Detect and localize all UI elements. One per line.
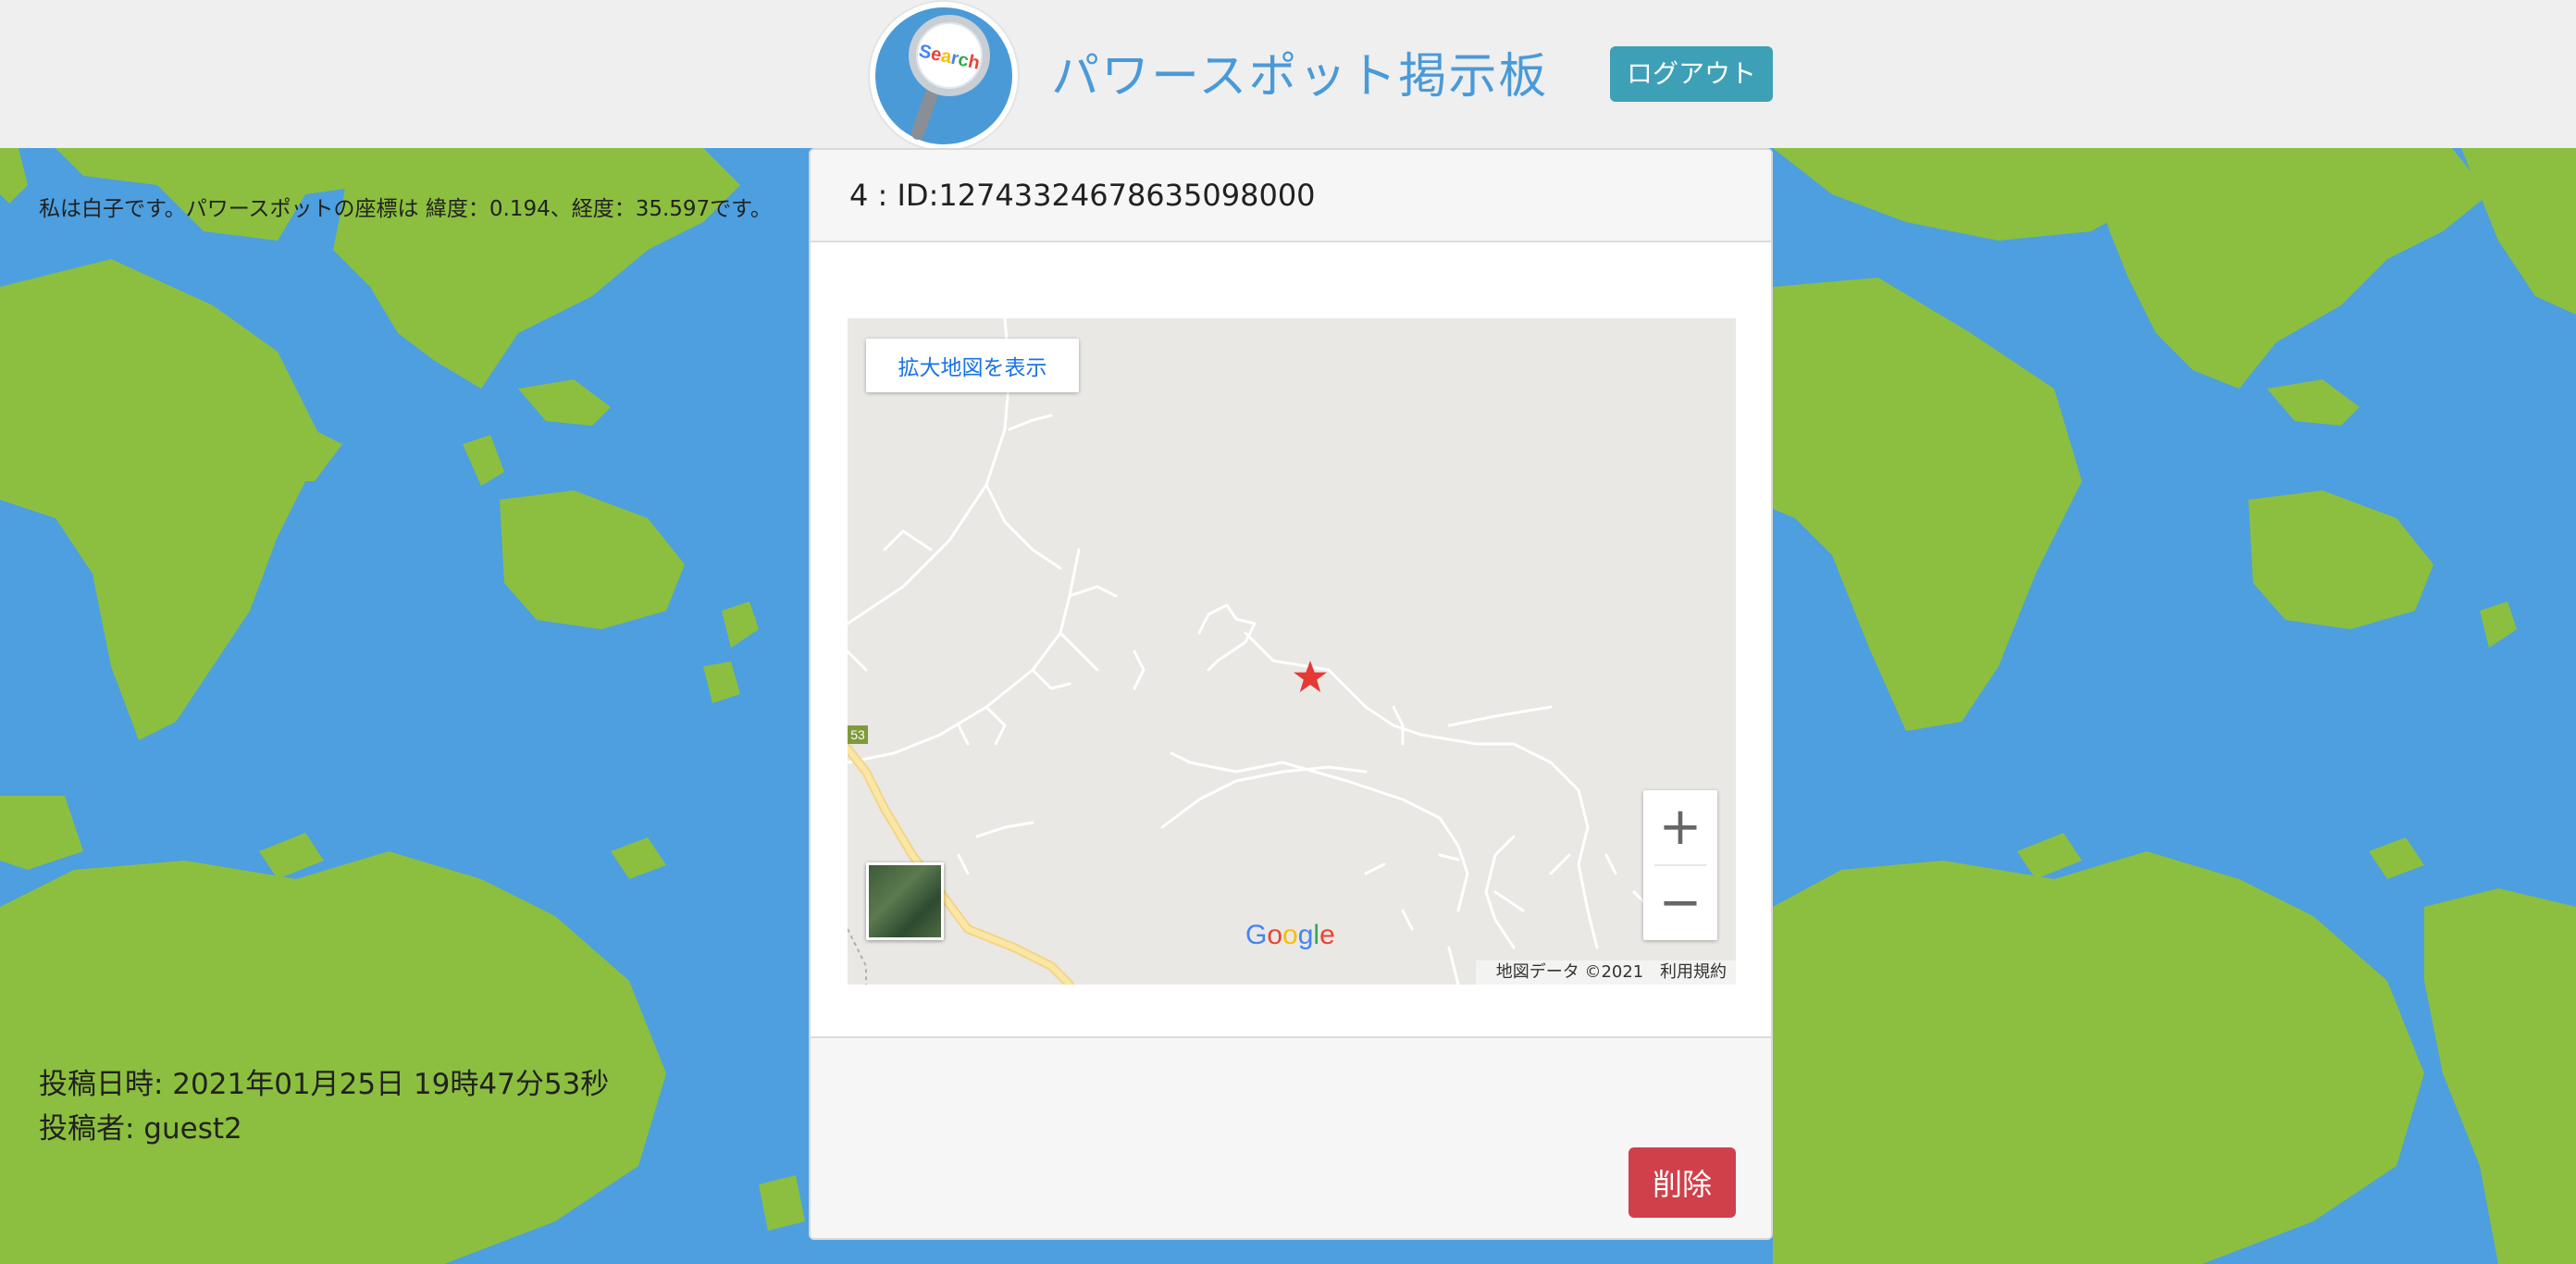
card-header: 4 : ID:12743324678635098000 [811, 150, 1771, 242]
post-author: 投稿者: guest2 [39, 1112, 242, 1146]
delete-button[interactable]: 削除 [1629, 1147, 1736, 1218]
card-footer [811, 1036, 1771, 1238]
map-data-attribution: 地図データ ©2021 [1495, 962, 1644, 982]
google-letter: o [1267, 920, 1283, 950]
zoom-in-button[interactable]: + [1643, 790, 1717, 864]
site-title[interactable]: パワースポット掲示板 [1051, 37, 1548, 106]
google-map[interactable]: 53 拡大地図を表示 + − Google 地図データ ©2021 利用規約 [848, 318, 1736, 985]
top-header: Search パワースポット掲示板 ログアウト [0, 0, 2576, 150]
google-letter: o [1282, 920, 1298, 950]
enlarge-map-button[interactable]: 拡大地図を表示 [866, 339, 1079, 392]
route-shield-icon: 53 [848, 725, 868, 744]
post-title: 4 : ID:12743324678635098000 [849, 178, 1316, 213]
terms-link[interactable]: 利用規約 [1660, 962, 1727, 982]
search-logo-icon[interactable]: Search [870, 2, 1018, 150]
post-date: 投稿日時: 2021年01月25日 19時47分53秒 [39, 1068, 610, 1101]
post-message: 私は白子です。パワースポットの座標は 緯度：0.194、経度：35.597です。 [39, 197, 772, 221]
google-letter: e [1319, 920, 1335, 950]
satellite-toggle[interactable] [866, 862, 944, 940]
zoom-out-button[interactable]: − [1643, 866, 1717, 940]
map-attribution: 地図データ ©2021 利用規約 [1475, 960, 1736, 985]
google-letter: g [1297, 920, 1314, 950]
map-roads [848, 318, 1654, 985]
zoom-control: + − [1643, 790, 1717, 940]
google-letter: G [1245, 920, 1268, 950]
logout-button[interactable]: ログアウト [1610, 46, 1773, 102]
red-star-icon[interactable] [1292, 659, 1329, 696]
google-logo[interactable]: Google [1245, 920, 1335, 951]
